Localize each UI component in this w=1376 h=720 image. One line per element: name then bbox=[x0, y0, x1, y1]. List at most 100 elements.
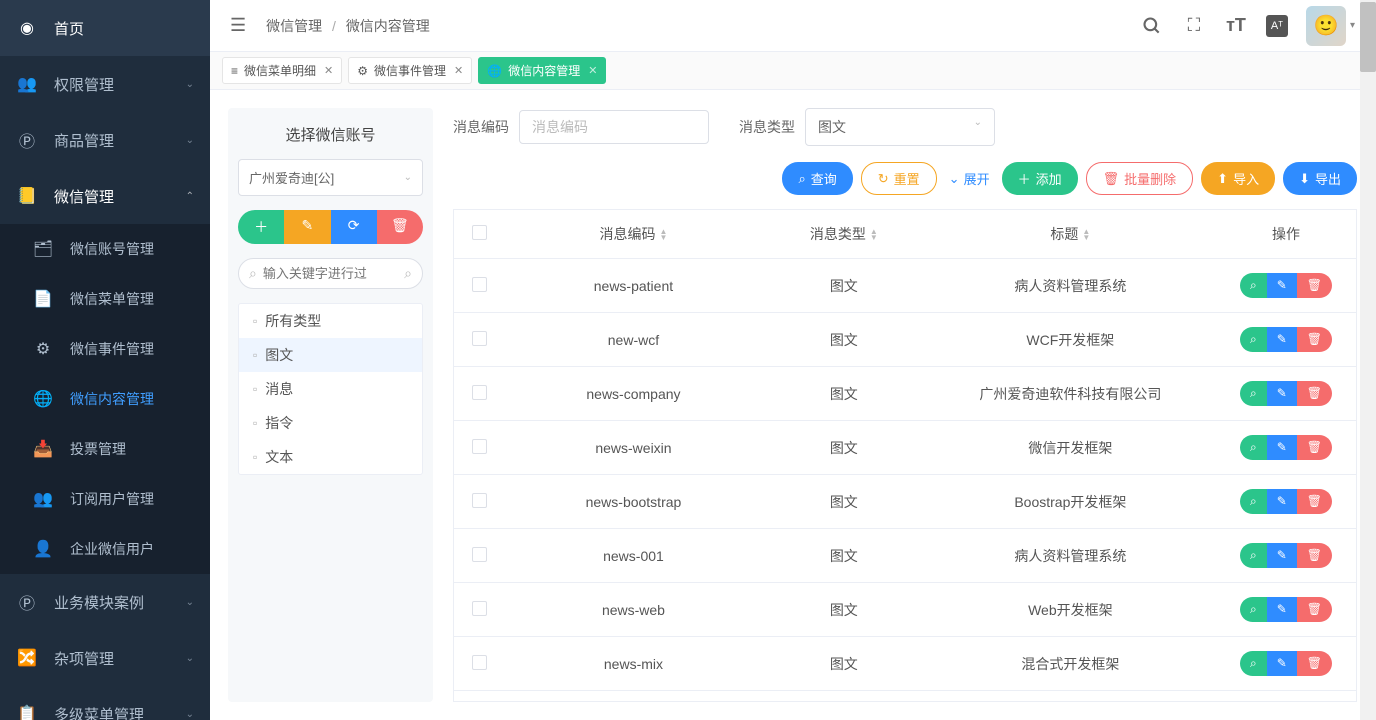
edit-button[interactable]: ✎ bbox=[1267, 381, 1297, 406]
account-select[interactable]: 广州爱奇迪[公] ⌄ bbox=[238, 159, 423, 196]
fullscreen-icon[interactable]: ⛶ bbox=[1182, 15, 1206, 36]
nav-label: 企业微信用户 bbox=[70, 539, 154, 559]
close-icon[interactable]: ✕ bbox=[588, 64, 597, 77]
edit-button[interactable]: ✎ bbox=[1267, 651, 1297, 676]
row-checkbox[interactable] bbox=[472, 439, 487, 454]
nav-sub-item[interactable]: 👤 企业微信用户 bbox=[0, 524, 210, 574]
row-checkbox[interactable] bbox=[472, 601, 487, 616]
table-header: 消息编码▲▼ 消息类型▲▼ 标题▲▼ 操作 bbox=[454, 210, 1356, 259]
cell-type: 图文 bbox=[763, 316, 925, 364]
row-checkbox[interactable] bbox=[472, 547, 487, 562]
batch-delete-button[interactable]: 🗑批量删除 bbox=[1086, 162, 1194, 195]
edit-button[interactable]: ✎ bbox=[1267, 435, 1297, 460]
crumb-2: 微信内容管理 bbox=[346, 18, 430, 34]
table-row: news-crm 图文 广州爱奇迪 客户关系管理系统 ⌕ ✎ 🗑 bbox=[454, 691, 1356, 702]
view-button[interactable]: ⌕ bbox=[1240, 381, 1267, 406]
add-button[interactable]: ＋添加 bbox=[1002, 162, 1078, 195]
tree-item[interactable]: ▫ 文本 bbox=[239, 440, 422, 474]
filter-type-value: 图文 bbox=[818, 117, 846, 137]
nav-home[interactable]: ◉ 首页 bbox=[0, 0, 210, 56]
reset-button[interactable]: ↻重置 bbox=[861, 162, 937, 195]
edit-button[interactable]: ✎ bbox=[1267, 327, 1297, 352]
edit-button[interactable]: ✎ bbox=[1267, 273, 1297, 298]
tree-toolbar: ＋ ✎ ⟳ 🗑 bbox=[238, 210, 423, 244]
nav-item[interactable]: Ⓟ 业务模块案例 ⌄ bbox=[0, 574, 210, 630]
nav-item[interactable]: Ⓟ 商品管理 ⌄ bbox=[0, 112, 210, 168]
nav-sub-item[interactable]: 🌐 微信内容管理 bbox=[0, 374, 210, 424]
nav-wechat[interactable]: 📒 微信管理 ⌃ bbox=[0, 168, 210, 224]
tab[interactable]: ≡ 微信菜单明细 ✕ bbox=[222, 57, 342, 84]
sort-icon[interactable]: ▲▼ bbox=[659, 229, 667, 241]
cell-type: 图文 bbox=[763, 478, 925, 526]
edit-button[interactable]: ✎ bbox=[1267, 543, 1297, 568]
tree-search-input[interactable] bbox=[263, 266, 398, 281]
translate-icon[interactable]: Aᵀ bbox=[1266, 15, 1288, 37]
nav-item[interactable]: 📋 多级菜单管理 ⌄ bbox=[0, 686, 210, 720]
nav-sub-item[interactable]: ⚙ 微信事件管理 bbox=[0, 324, 210, 374]
delete-button[interactable]: 🗑 bbox=[1297, 435, 1332, 460]
search-icon[interactable]: ⌕ bbox=[404, 265, 412, 282]
search-icon[interactable] bbox=[1140, 16, 1164, 36]
tree-item[interactable]: ▫ 所有类型 bbox=[239, 304, 422, 338]
view-button[interactable]: ⌕ bbox=[1240, 273, 1267, 298]
crumb-1[interactable]: 微信管理 bbox=[266, 18, 322, 34]
nav-item[interactable]: 👥 权限管理 ⌄ bbox=[0, 56, 210, 112]
sort-icon[interactable]: ▲▼ bbox=[870, 229, 878, 241]
view-button[interactable]: ⌕ bbox=[1240, 489, 1267, 514]
filter-type-select[interactable]: 图文 ⌄ bbox=[805, 108, 995, 146]
nav-sub-item[interactable]: 📄 微信菜单管理 bbox=[0, 274, 210, 324]
scrollbar-thumb[interactable] bbox=[1360, 2, 1376, 72]
filter-code-input[interactable] bbox=[519, 110, 709, 144]
view-button[interactable]: ⌕ bbox=[1240, 651, 1267, 676]
topbar: ☰ 微信管理 / 微信内容管理 ⛶ ᴛT Aᵀ 🙂 ▾ bbox=[210, 0, 1375, 52]
import-button[interactable]: ⬆导入 bbox=[1201, 162, 1275, 195]
delete-button[interactable]: 🗑 bbox=[1297, 597, 1332, 622]
edit-button[interactable]: ✎ bbox=[1267, 489, 1297, 514]
window-scrollbar[interactable] bbox=[1360, 0, 1376, 720]
tree-item[interactable]: ▫ 指令 bbox=[239, 406, 422, 440]
tree-add-button[interactable]: ＋ bbox=[238, 210, 284, 244]
view-button[interactable]: ⌕ bbox=[1240, 327, 1267, 352]
row-checkbox[interactable] bbox=[472, 493, 487, 508]
cell-type: 图文 bbox=[763, 586, 925, 634]
nav-sub-item[interactable]: 👥 订阅用户管理 bbox=[0, 474, 210, 524]
tree-delete-button[interactable]: 🗑 bbox=[377, 210, 423, 244]
tree-refresh-button[interactable]: ⟳ bbox=[331, 210, 377, 244]
delete-button[interactable]: 🗑 bbox=[1297, 327, 1332, 352]
sort-icon[interactable]: ▲▼ bbox=[1082, 229, 1090, 241]
tree-item[interactable]: ▫ 图文 bbox=[239, 338, 422, 372]
menu-toggle-icon[interactable]: ☰ bbox=[230, 15, 246, 36]
delete-button[interactable]: 🗑 bbox=[1297, 489, 1332, 514]
query-button[interactable]: ⌕查询 bbox=[782, 162, 852, 195]
view-button[interactable]: ⌕ bbox=[1240, 543, 1267, 568]
textsize-icon[interactable]: ᴛT bbox=[1224, 15, 1248, 36]
row-checkbox[interactable] bbox=[472, 655, 487, 670]
expand-link[interactable]: ⌄展开 bbox=[945, 162, 994, 195]
close-icon[interactable]: ✕ bbox=[454, 64, 463, 77]
nav-sub-item[interactable]: 🗂 微信账号管理 bbox=[0, 224, 210, 274]
edit-button[interactable]: ✎ bbox=[1267, 597, 1297, 622]
delete-button[interactable]: 🗑 bbox=[1297, 273, 1332, 298]
row-checkbox[interactable] bbox=[472, 385, 487, 400]
delete-button[interactable]: 🗑 bbox=[1297, 651, 1332, 676]
row-checkbox[interactable] bbox=[472, 277, 487, 292]
left-panel-title: 选择微信账号 bbox=[238, 124, 423, 145]
delete-button[interactable]: 🗑 bbox=[1297, 381, 1332, 406]
tab[interactable]: 🌐 微信内容管理 ✕ bbox=[478, 57, 606, 84]
tabstrip: ≡ 微信菜单明细 ✕ ⚙ 微信事件管理 ✕ 🌐 微信内容管理 ✕ bbox=[210, 52, 1375, 90]
nav-sub-item[interactable]: 📥 投票管理 bbox=[0, 424, 210, 474]
row-checkbox[interactable] bbox=[472, 331, 487, 346]
select-all-checkbox[interactable] bbox=[472, 225, 487, 240]
tab[interactable]: ⚙ 微信事件管理 ✕ bbox=[348, 57, 472, 84]
tree-item[interactable]: ▫ 消息 bbox=[239, 372, 422, 406]
tree-search[interactable]: ⌕ ⌕ bbox=[238, 258, 423, 289]
view-button[interactable]: ⌕ bbox=[1240, 435, 1267, 460]
view-button[interactable]: ⌕ bbox=[1240, 597, 1267, 622]
export-button[interactable]: ⬇导出 bbox=[1283, 162, 1357, 195]
tree-edit-button[interactable]: ✎ bbox=[284, 210, 330, 244]
delete-button[interactable]: 🗑 bbox=[1297, 543, 1332, 568]
nav-item[interactable]: 🔀 杂项管理 ⌄ bbox=[0, 630, 210, 686]
close-icon[interactable]: ✕ bbox=[324, 64, 333, 77]
breadcrumb-sep: / bbox=[332, 18, 336, 34]
user-menu[interactable]: 🙂 ▾ bbox=[1306, 6, 1355, 46]
